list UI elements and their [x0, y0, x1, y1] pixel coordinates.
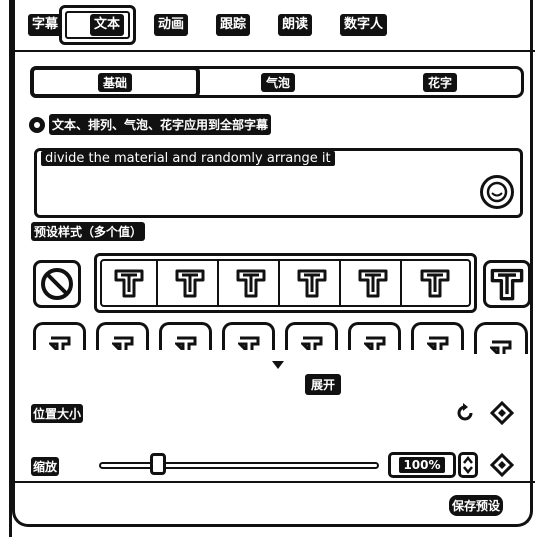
preset-style-tile[interactable] — [96, 322, 149, 350]
scale-slider-thumb[interactable] — [149, 453, 166, 475]
preset-style-tile[interactable] — [406, 260, 463, 306]
footer-divider — [15, 481, 535, 483]
keyframe-diamond-icon — [490, 453, 514, 477]
t-style-icon — [420, 269, 449, 298]
scale-slider[interactable] — [99, 462, 379, 469]
t-style-icon — [490, 268, 524, 301]
scale-label: 缩放 — [31, 457, 60, 476]
expand-chevron[interactable] — [270, 356, 286, 375]
segment-bubble[interactable]: 气泡 — [197, 69, 359, 95]
style-segmented-control: 基础 气泡 花字 — [30, 66, 524, 98]
tab-divider — [15, 50, 535, 52]
apply-all-label: 文本、排列、气泡、花字应用到全部字幕 — [49, 114, 272, 135]
t-style-icon — [48, 336, 70, 350]
t-style-icon — [490, 340, 512, 354]
scale-keyframe-button[interactable] — [490, 453, 514, 477]
scale-value: 100% — [399, 457, 445, 473]
preset-style-tile[interactable] — [285, 322, 338, 350]
t-style-icon — [297, 269, 326, 298]
t-style-icon — [175, 269, 204, 298]
window-left-edge — [0, 0, 12, 537]
reset-position-button[interactable] — [454, 402, 476, 424]
segment-fancy-text[interactable]: 花字 — [359, 69, 521, 95]
preset-style-tile[interactable] — [222, 322, 275, 350]
apply-all-option[interactable]: 文本、排列、气泡、花字应用到全部字幕 — [29, 114, 272, 135]
t-style-icon — [363, 336, 385, 350]
preset-style-tile[interactable] — [33, 322, 86, 350]
segment-fancy-text-label: 花字 — [422, 72, 457, 92]
tab-text[interactable]: 文本 — [90, 14, 125, 36]
preset-style-tile[interactable] — [474, 322, 528, 354]
scale-input[interactable]: 100% — [388, 452, 456, 478]
preset-style-row-2 — [33, 322, 528, 354]
tab-animation[interactable]: 动画 — [154, 14, 189, 36]
subtitle-text-value: divide the material and randomly arrange… — [41, 151, 335, 166]
emoji-button[interactable] — [480, 175, 514, 209]
position-size-label[interactable]: 位置大小 — [31, 404, 84, 423]
preset-style-strip — [94, 253, 477, 313]
preset-style-tile[interactable] — [101, 260, 158, 306]
segment-bubble-label: 气泡 — [260, 72, 295, 92]
preset-style-tile[interactable] — [223, 260, 280, 306]
expand-button[interactable]: 展开 — [305, 374, 342, 395]
keyframe-diamond-icon — [490, 401, 514, 425]
stepper-arrows-icon — [463, 455, 473, 475]
tab-subtitle[interactable]: 字幕 — [28, 14, 63, 36]
preset-styles-label: 预设样式（多个值） — [31, 222, 146, 241]
reset-icon — [457, 403, 473, 421]
tab-read-aloud[interactable]: 朗读 — [278, 14, 313, 36]
position-keyframe-button[interactable] — [490, 401, 514, 425]
t-style-icon — [114, 269, 143, 298]
preset-style-tile[interactable] — [284, 260, 341, 306]
emoji-icon — [486, 181, 508, 203]
preset-style-tile[interactable] — [162, 260, 219, 306]
t-style-icon — [174, 336, 196, 350]
preset-style-tile[interactable] — [411, 322, 464, 350]
segment-basic-label: 基础 — [97, 72, 132, 92]
t-style-icon — [300, 336, 322, 350]
preset-style-tile[interactable] — [345, 260, 402, 306]
preset-style-tile[interactable] — [483, 260, 531, 308]
chevron-down-icon — [272, 361, 284, 369]
t-style-icon — [236, 269, 265, 298]
tab-digital-human[interactable]: 数字人 — [340, 14, 388, 36]
t-style-icon — [426, 336, 448, 350]
t-style-icon — [358, 269, 387, 298]
t-style-icon — [237, 336, 259, 350]
t-style-icon — [111, 336, 133, 350]
tab-tracking[interactable]: 跟踪 — [216, 14, 251, 36]
no-style-icon — [41, 268, 73, 300]
apply-all-checkbox[interactable] — [29, 116, 45, 133]
scale-stepper[interactable] — [458, 452, 478, 478]
preset-style-tile[interactable] — [348, 322, 401, 350]
save-preset-button[interactable]: 保存预设 — [449, 495, 504, 516]
preset-none[interactable] — [33, 260, 81, 308]
preset-style-tile[interactable] — [159, 322, 212, 350]
subtitle-text-input[interactable]: divide the material and randomly arrange… — [34, 148, 523, 218]
segment-basic[interactable]: 基础 — [30, 66, 200, 98]
